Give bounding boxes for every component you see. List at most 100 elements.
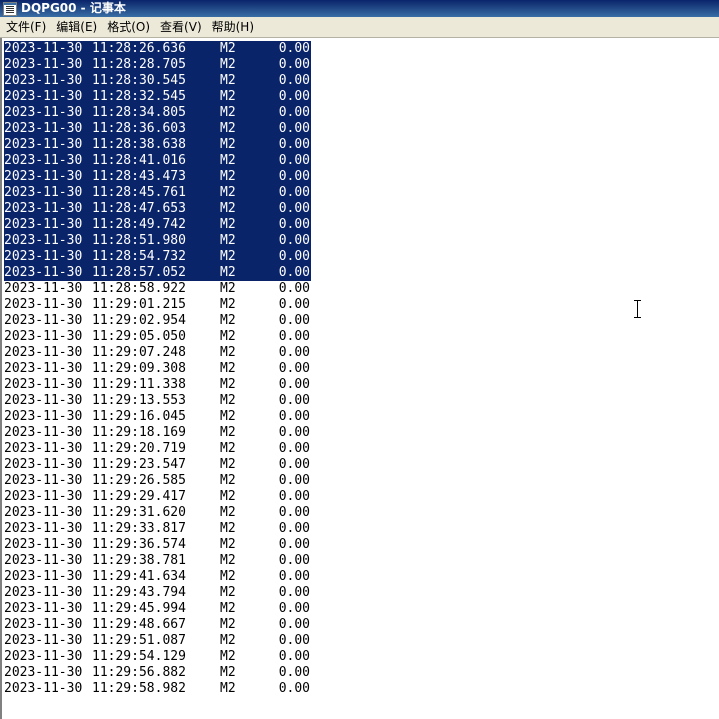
text-line[interactable]: 2023-11-30 11:29:05.050 M2 0.00: [4, 329, 311, 345]
line-unit: M2: [220, 553, 236, 568]
line-value: 0.00: [278, 297, 310, 312]
text-line[interactable]: 2023-11-30 11:28:45.761 M2 0.00: [4, 185, 311, 201]
text-line[interactable]: 2023-11-30 11:28:26.636 M2 0.00: [4, 41, 311, 57]
text-line[interactable]: 2023-11-30 11:29:58.982 M2 0.00: [4, 681, 311, 697]
line-value: 0.00: [278, 505, 310, 520]
text-line[interactable]: 2023-11-30 11:28:57.052 M2 0.00: [4, 265, 311, 281]
text-line[interactable]: 2023-11-30 11:28:34.805 M2 0.00: [4, 105, 311, 121]
line-date: 2023-11-30: [4, 105, 83, 120]
line-value: 0.00: [278, 441, 310, 456]
line-unit: M2: [220, 297, 236, 312]
text-line[interactable]: 2023-11-30 11:28:41.016 M2 0.00: [4, 153, 311, 169]
text-line[interactable]: 2023-11-30 11:28:51.980 M2 0.00: [4, 233, 311, 249]
line-value: 0.00: [278, 601, 310, 616]
text-line[interactable]: 2023-11-30 11:29:02.954 M2 0.00: [4, 313, 311, 329]
line-value: 0.00: [278, 233, 310, 248]
text-line[interactable]: 2023-11-30 11:29:41.634 M2 0.00: [4, 569, 311, 585]
text-line[interactable]: 2023-11-30 11:29:07.248 M2 0.00: [4, 345, 311, 361]
text-line[interactable]: 2023-11-30 11:29:18.169 M2 0.00: [4, 425, 311, 441]
text-line[interactable]: 2023-11-30 11:28:47.653 M2 0.00: [4, 201, 311, 217]
text-line[interactable]: 2023-11-30 11:29:45.994 M2 0.00: [4, 601, 311, 617]
text-editor-area[interactable]: 2023-11-30 11:28:26.636 M2 0.00 2023-11-30 11…: [0, 38, 719, 719]
text-line[interactable]: 2023-11-30 11:29:11.338 M2 0.00: [4, 377, 311, 393]
menu-bar: 文件(F) 编辑(E) 格式(O) 查看(V) 帮助(H): [0, 17, 719, 38]
line-unit: M2: [220, 313, 236, 328]
line-value: 0.00: [278, 57, 310, 72]
text-line[interactable]: 2023-11-30 11:29:51.087 M2 0.00: [4, 633, 311, 649]
text-line[interactable]: 2023-11-30 11:29:36.574 M2 0.00: [4, 537, 311, 553]
line-value: 0.00: [278, 665, 310, 680]
line-unit: M2: [220, 633, 236, 648]
menu-file[interactable]: 文件(F): [1, 18, 51, 37]
line-time: 11:29:36.574: [92, 537, 186, 552]
text-line[interactable]: 2023-11-30 11:29:33.817 M2 0.00: [4, 521, 311, 537]
line-value: 0.00: [278, 105, 310, 120]
text-line[interactable]: 2023-11-30 11:29:20.719 M2 0.00: [4, 441, 311, 457]
text-line[interactable]: 2023-11-30 11:29:01.215 M2 0.00: [4, 297, 311, 313]
line-time: 11:29:07.248: [92, 345, 186, 360]
line-time: 11:29:13.553: [92, 393, 186, 408]
line-value: 0.00: [278, 409, 310, 424]
line-value: 0.00: [278, 137, 310, 152]
line-time: 11:28:26.636: [92, 41, 186, 56]
line-time: 11:29:20.719: [92, 441, 186, 456]
text-line[interactable]: 2023-11-30 11:29:43.794 M2 0.00: [4, 585, 311, 601]
line-time: 11:29:51.087: [92, 633, 186, 648]
line-time: 11:28:54.732: [92, 249, 186, 264]
line-unit: M2: [220, 73, 236, 88]
text-line[interactable]: 2023-11-30 11:29:31.620 M2 0.00: [4, 505, 311, 521]
line-unit: M2: [220, 361, 236, 376]
title-bar[interactable]: DQPG00 - 记事本: [0, 0, 719, 17]
line-date: 2023-11-30: [4, 649, 83, 664]
line-date: 2023-11-30: [4, 217, 83, 232]
text-line[interactable]: 2023-11-30 11:29:23.547 M2 0.00: [4, 457, 311, 473]
text-line[interactable]: 2023-11-30 11:28:36.603 M2 0.00: [4, 121, 311, 137]
menu-help[interactable]: 帮助(H): [207, 18, 259, 37]
line-time: 11:29:29.417: [92, 489, 186, 504]
text-line[interactable]: 2023-11-30 11:28:43.473 M2 0.00: [4, 169, 311, 185]
line-unit: M2: [220, 105, 236, 120]
line-date: 2023-11-30: [4, 137, 83, 152]
text-line[interactable]: 2023-11-30 11:29:29.417 M2 0.00: [4, 489, 311, 505]
line-date: 2023-11-30: [4, 409, 83, 424]
line-unit: M2: [220, 585, 236, 600]
text-line[interactable]: 2023-11-30 11:28:30.545 M2 0.00: [4, 73, 311, 89]
line-unit: M2: [220, 281, 236, 296]
text-line[interactable]: 2023-11-30 11:28:58.922 M2 0.00: [4, 281, 311, 297]
text-line[interactable]: 2023-11-30 11:29:56.882 M2 0.00: [4, 665, 311, 681]
text-line[interactable]: 2023-11-30 11:29:38.781 M2 0.00: [4, 553, 311, 569]
line-unit: M2: [220, 441, 236, 456]
line-time: 11:28:45.761: [92, 185, 186, 200]
text-line[interactable]: 2023-11-30 11:29:48.667 M2 0.00: [4, 617, 311, 633]
notepad-icon[interactable]: [3, 1, 17, 16]
line-unit: M2: [220, 649, 236, 664]
line-value: 0.00: [278, 313, 310, 328]
line-value: 0.00: [278, 329, 310, 344]
line-unit: M2: [220, 601, 236, 616]
line-time: 11:28:28.705: [92, 57, 186, 72]
text-line[interactable]: 2023-11-30 11:28:38.638 M2 0.00: [4, 137, 311, 153]
line-time: 11:29:18.169: [92, 425, 186, 440]
text-line[interactable]: 2023-11-30 11:29:26.585 M2 0.00: [4, 473, 311, 489]
line-unit: M2: [220, 233, 236, 248]
text-line[interactable]: 2023-11-30 11:29:09.308 M2 0.00: [4, 361, 311, 377]
menu-edit[interactable]: 编辑(E): [51, 18, 102, 37]
text-line[interactable]: 2023-11-30 11:29:16.045 M2 0.00: [4, 409, 311, 425]
text-line[interactable]: 2023-11-30 11:29:13.553 M2 0.00: [4, 393, 311, 409]
line-time: 11:29:56.882: [92, 665, 186, 680]
menu-format[interactable]: 格式(O): [102, 18, 155, 37]
text-line[interactable]: 2023-11-30 11:28:54.732 M2 0.00: [4, 249, 311, 265]
line-time: 11:29:02.954: [92, 313, 186, 328]
line-date: 2023-11-30: [4, 457, 83, 472]
menu-view[interactable]: 查看(V): [155, 18, 207, 37]
text-line[interactable]: 2023-11-30 11:28:49.742 M2 0.00: [4, 217, 311, 233]
line-time: 11:29:09.308: [92, 361, 186, 376]
line-date: 2023-11-30: [4, 361, 83, 376]
text-line[interactable]: 2023-11-30 11:28:32.545 M2 0.00: [4, 89, 311, 105]
text-line[interactable]: 2023-11-30 11:28:28.705 M2 0.00: [4, 57, 311, 73]
line-unit: M2: [220, 249, 236, 264]
line-value: 0.00: [278, 393, 310, 408]
text-line[interactable]: 2023-11-30 11:29:54.129 M2 0.00: [4, 649, 311, 665]
text-lines: 2023-11-30 11:28:26.636 M2 0.00 2023-11-30 11…: [4, 41, 311, 697]
line-time: 11:29:43.794: [92, 585, 186, 600]
